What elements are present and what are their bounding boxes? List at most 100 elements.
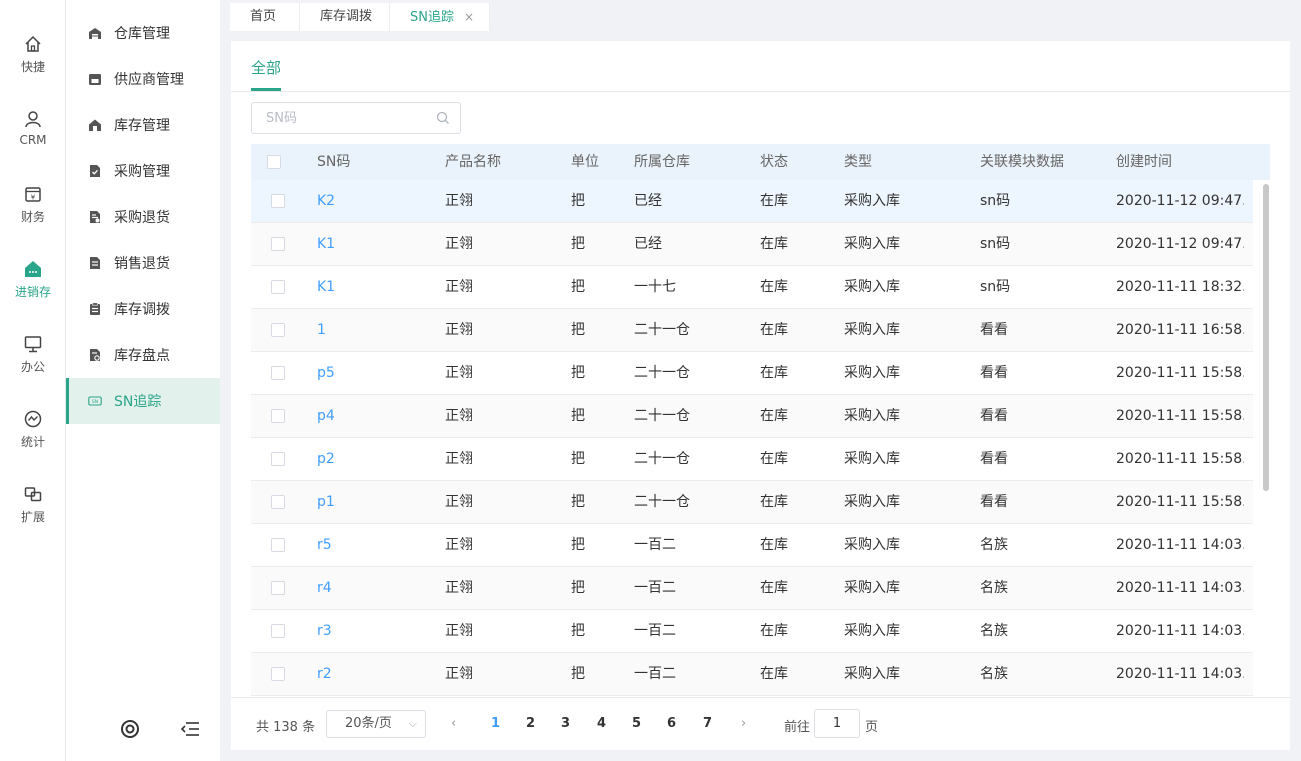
row-checkbox[interactable] (271, 495, 285, 509)
table-row[interactable]: K2 正翎 把 已经 在库 采购入库 sn码 2020-11-12 09:47... (251, 180, 1253, 223)
table-row[interactable]: r5 正翎 把 一百二 在库 采购入库 名族 2020-11-11 14:03... (251, 524, 1253, 567)
column-header: SN码 (317, 154, 351, 170)
row-checkbox[interactable] (271, 538, 285, 552)
table-cell: 正翎 (445, 279, 473, 295)
rail-item[interactable]: CRM (0, 83, 66, 153)
page-size-select[interactable]: 20条/页 ⌵ (326, 710, 426, 738)
submenu-item[interactable]: SN SN追踪 (66, 378, 220, 424)
rail-item[interactable]: 扩展 (0, 458, 66, 528)
table-row[interactable]: K1 正翎 把 一十七 在库 采购入库 sn码 2020-11-11 18:32... (251, 266, 1253, 309)
rail-item[interactable]: 进销存 (0, 233, 66, 303)
tab-all[interactable]: 全部 (251, 57, 281, 78)
sn-code-link[interactable]: K2 (317, 180, 437, 223)
settings-icon[interactable] (120, 719, 140, 739)
table-cell: 一十七 (634, 279, 676, 295)
table-cell: 二十一仓 (634, 322, 690, 338)
goto-page-input[interactable]: 1 (814, 709, 860, 738)
table-row[interactable]: K1 正翎 把 已经 在库 采购入库 sn码 2020-11-12 09:47... (251, 223, 1253, 266)
sn-code-link[interactable]: 1 (317, 309, 437, 352)
table-row[interactable]: p1 正翎 把 二十一仓 在库 采购入库 看看 2020-11-11 15:58... (251, 481, 1253, 524)
table-row[interactable]: r2 正翎 把 一百二 在库 采购入库 名族 2020-11-11 14:03... (251, 653, 1253, 696)
sn-code-link[interactable]: K1 (317, 223, 437, 266)
rail-item[interactable]: ¥ 财务 (0, 158, 66, 228)
tab-home[interactable]: 首页 (230, 3, 300, 31)
row-checkbox[interactable] (271, 237, 285, 251)
table-cell: 看看 (980, 408, 1008, 424)
sn-code-link[interactable]: p5 (317, 352, 437, 395)
table-cell: 在库 (760, 451, 788, 467)
table-row[interactable]: p2 正翎 把 二十一仓 在库 采购入库 看看 2020-11-11 15:58... (251, 438, 1253, 481)
submenu-item[interactable]: 销售退货 (66, 240, 220, 286)
purchase-return-icon (90, 211, 100, 223)
svg-text:¥: ¥ (31, 194, 36, 202)
row-checkbox[interactable] (271, 194, 285, 208)
row-checkbox[interactable] (271, 624, 285, 638)
table-cell: 二十一仓 (634, 494, 690, 510)
sn-code-link[interactable]: p1 (317, 481, 437, 524)
rail-item[interactable]: 快捷 (0, 8, 66, 78)
table-cell: 把 (571, 451, 585, 467)
tab-stock-transfer[interactable]: 库存调拨 (300, 3, 390, 31)
sn-code-link[interactable]: r5 (317, 524, 437, 567)
next-page-button[interactable]: › (741, 716, 746, 731)
table-row[interactable]: p4 正翎 把 二十一仓 在库 采购入库 看看 2020-11-11 15:58... (251, 395, 1253, 438)
table-row[interactable]: p5 正翎 把 二十一仓 在库 采购入库 看看 2020-11-11 15:58... (251, 352, 1253, 395)
submenu-item[interactable]: 仓库管理 (66, 10, 220, 56)
collapse-menu-icon[interactable] (180, 720, 200, 738)
row-checkbox[interactable] (271, 366, 285, 380)
row-checkbox[interactable] (271, 409, 285, 423)
finance-icon: ¥ (25, 187, 41, 202)
sn-code-link[interactable]: r3 (317, 610, 437, 653)
user-icon (25, 111, 41, 128)
page-number[interactable]: 6 (667, 716, 676, 731)
sn-code-link[interactable]: p4 (317, 395, 437, 438)
select-all-checkbox[interactable] (267, 155, 281, 169)
page-number[interactable]: 2 (526, 716, 535, 731)
sn-code-link[interactable]: r4 (317, 567, 437, 610)
page-number[interactable]: 3 (561, 716, 570, 731)
submenu-item[interactable]: 库存管理 (66, 102, 220, 148)
table-cell: 2020-11-11 15:58... (1116, 408, 1244, 424)
sn-search-input[interactable] (252, 103, 422, 133)
sn-table: SN码 产品名称 单位 所属仓库 状态 类型 关联模块数据 创建时间 K2 正翎把已经 在库 采购入… (251, 144, 1270, 697)
sn-code-link[interactable]: K1 (317, 266, 437, 309)
rail-item-label: 进销存 (14, 285, 51, 299)
submenu-item[interactable]: 采购管理 (66, 148, 220, 194)
submenu-item-label: 库存盘点 (114, 348, 170, 364)
goto-label: 前往 (784, 720, 811, 735)
row-checkbox[interactable] (271, 280, 285, 294)
submenu-item[interactable]: 库存调拨 (66, 286, 220, 332)
page-number[interactable]: 5 (632, 716, 641, 731)
table-cell: 二十一仓 (634, 451, 690, 467)
table-scrollbar[interactable] (1263, 184, 1269, 491)
submenu-item[interactable]: 供应商管理 (66, 56, 220, 102)
submenu-item-label: 仓库管理 (114, 26, 170, 42)
table-cell: 把 (571, 365, 585, 381)
table-row[interactable]: 1 正翎 把 二十一仓 在库 采购入库 看看 2020-11-11 16:58... (251, 309, 1253, 352)
prev-page-button[interactable]: ‹ (451, 716, 456, 731)
row-checkbox[interactable] (271, 667, 285, 681)
page-number[interactable]: 4 (597, 716, 606, 731)
tab-sn-tracking[interactable]: SN追踪 × (390, 3, 490, 31)
rail-item[interactable]: 统计 (0, 383, 66, 453)
table-cell: 在库 (760, 537, 788, 553)
row-checkbox[interactable] (271, 323, 285, 337)
table-cell: sn码 (980, 236, 1011, 252)
row-checkbox[interactable] (271, 581, 285, 595)
table-cell: 二十一仓 (634, 408, 690, 424)
page-tab-bar: 首页 库存调拨 SN追踪 × (230, 0, 1301, 31)
table-row[interactable]: r4 正翎 把 一百二 在库 采购入库 名族 2020-11-11 14:03... (251, 567, 1253, 610)
page-number[interactable]: 1 (491, 716, 500, 731)
submenu-item[interactable]: 采购退货 (66, 194, 220, 240)
table-cell: 正翎 (445, 537, 473, 553)
table-cell: 2020-11-11 14:03... (1116, 623, 1244, 639)
search-icon[interactable] (436, 111, 450, 125)
submenu-item[interactable]: 库存盘点 (66, 332, 220, 378)
page-number[interactable]: 7 (703, 716, 712, 731)
rail-item[interactable]: 办公 (0, 308, 66, 378)
close-tab-icon[interactable]: × (464, 10, 474, 24)
row-checkbox[interactable] (271, 452, 285, 466)
table-row[interactable]: r3 正翎 把 一百二 在库 采购入库 名族 2020-11-11 14:03... (251, 610, 1253, 653)
sn-code-link[interactable]: p2 (317, 438, 437, 481)
sn-code-link[interactable]: r2 (317, 653, 437, 696)
